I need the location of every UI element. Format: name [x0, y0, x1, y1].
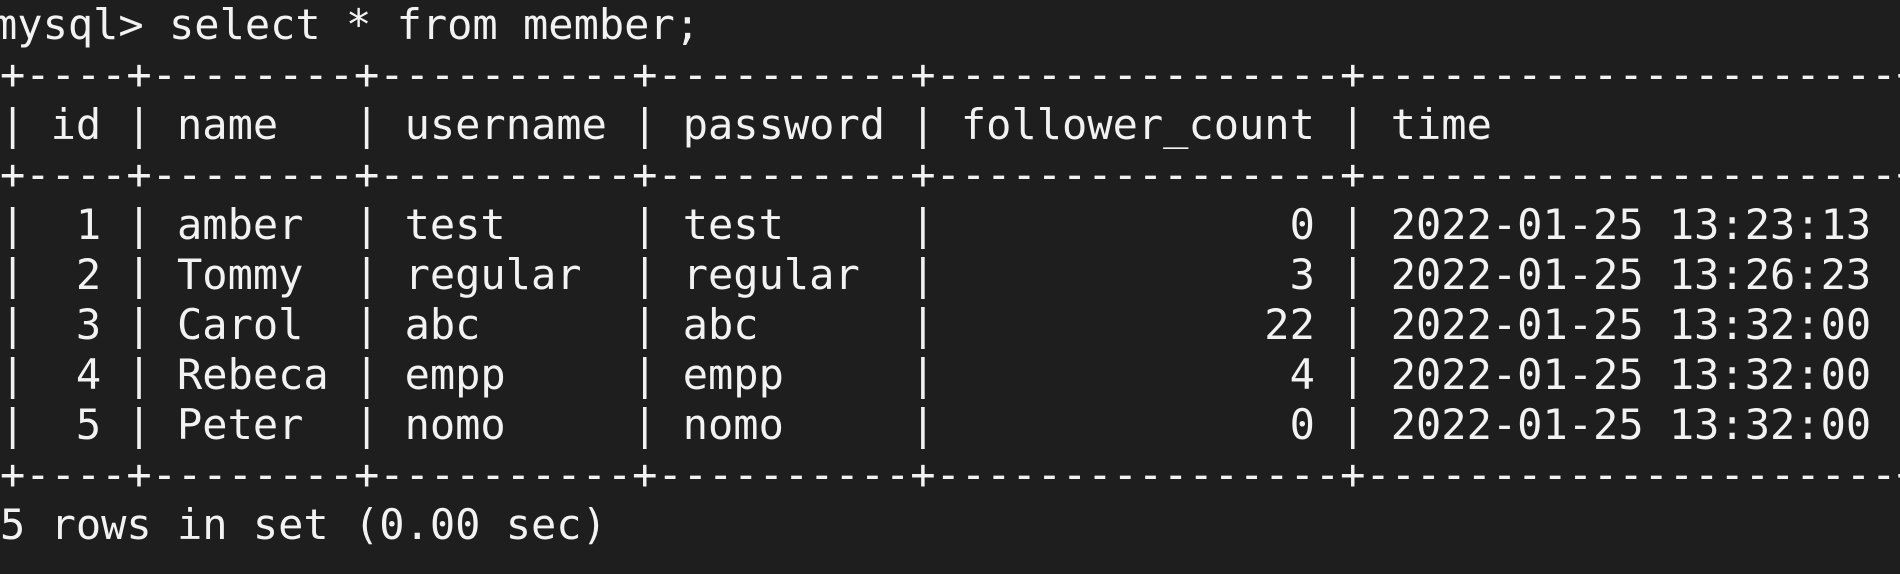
table-row: | 3 | Carol | abc | abc | 22 | 2022-01-2…: [0, 300, 1900, 349]
result-summary: 5 rows in set (0.00 sec): [0, 500, 607, 549]
table-row: | 1 | amber | test | test | 0 | 2022-01-…: [0, 200, 1900, 249]
command-line: mysql> select * from member;: [0, 0, 701, 49]
terminal-window[interactable]: mysql> select * from member; +----+-----…: [0, 0, 1900, 574]
table-row: | 2 | Tommy | regular | regular | 3 | 20…: [0, 250, 1900, 299]
table-separator-bottom: +----+--------+----------+----------+---…: [0, 450, 1900, 499]
table-row: | 4 | Rebeca | empp | empp | 4 | 2022-01…: [0, 350, 1900, 399]
table-separator-mid: +----+--------+----------+----------+---…: [0, 150, 1900, 199]
table-separator-top: +----+--------+----------+----------+---…: [0, 50, 1900, 99]
table-row: | 5 | Peter | nomo | nomo | 0 | 2022-01-…: [0, 400, 1900, 449]
table-header-row: | id | name | username | password | foll…: [0, 100, 1900, 149]
